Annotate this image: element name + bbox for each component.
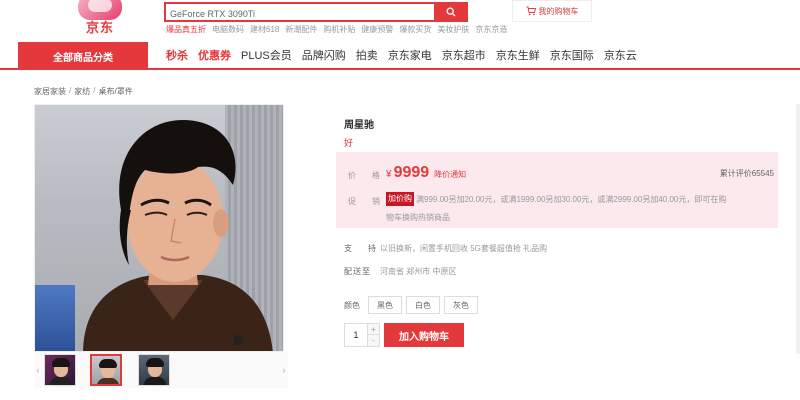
breadcrumb-item[interactable]: 家居家装 [34, 86, 66, 97]
promo-subtext[interactable]: 物车换购热销商品 [386, 212, 450, 223]
cart-icon [526, 6, 536, 16]
thumbnail-hair [52, 358, 70, 367]
thumbnail-body [50, 377, 72, 385]
hotword-link[interactable]: 京东京造 [475, 24, 507, 35]
delivery-label: 配送至 [344, 267, 371, 276]
price-drop-notice-link[interactable]: 降价通知 [434, 169, 466, 180]
image-background-vehicle [35, 285, 75, 351]
my-cart-button[interactable]: 我的购物车 [512, 0, 592, 22]
hotword-link[interactable]: 美妆护肤 [437, 24, 469, 35]
product-subtitle: 好 [344, 138, 354, 148]
jd-logo-icon[interactable]: 京东 [74, 0, 130, 36]
thumbnail-body [97, 378, 119, 384]
color-option-gray[interactable]: 灰色 [444, 296, 478, 314]
nav-divider [0, 68, 800, 70]
breadcrumb-item[interactable]: 家纺 [74, 86, 90, 97]
search-input[interactable] [166, 6, 438, 22]
price-panel: 价 格 ¥ 9999 降价通知 累计评价65545 促 销 加价购 满999.0… [336, 152, 778, 228]
nav-item-fresh[interactable]: 京东生鲜 [496, 47, 540, 63]
thumbnail-hair [146, 358, 164, 367]
color-options: 黑色 白色 灰色 [368, 296, 478, 314]
nav-item-appliances[interactable]: 京东家电 [388, 47, 432, 63]
nav-item-auction[interactable]: 拍卖 [356, 47, 378, 63]
breadcrumb-separator: / [69, 86, 72, 95]
quantity-increase-button[interactable]: + [367, 324, 379, 335]
add-to-cart-button[interactable]: 加入购物车 [384, 323, 464, 347]
support-value[interactable]: 以旧换新，闲置手机回收 5G套餐超值抢 礼品购 [380, 243, 547, 254]
quantity-stepper: 1 + - [344, 323, 380, 347]
promo-badge: 加价购 [386, 192, 414, 206]
promo-label: 促 销 [348, 197, 384, 206]
thumbnail-3[interactable] [138, 354, 170, 386]
price-currency: ¥ [386, 169, 392, 180]
nav-item-brand-flash[interactable]: 品牌闪购 [302, 47, 346, 63]
nav-item-coupons[interactable]: 优惠券 [198, 47, 231, 63]
color-option-white[interactable]: 白色 [406, 296, 440, 314]
site-header: 京东 爆品真五折 电脑数码 建材618 新潮配件 购机补贴 健康预警 爆款买货 … [0, 0, 800, 42]
quantity-decrease-button[interactable]: - [367, 335, 379, 346]
product-main-image[interactable] [34, 104, 284, 352]
hotword-link[interactable]: 爆品真五折 [166, 24, 206, 35]
main-nav: 秒杀 优惠券 PLUS会员 品牌闪购 拍卖 京东家电 京东超市 京东生鲜 京东国… [166, 46, 637, 64]
promo-text: 满999.00另加20.00元，或满1999.00另加30.00元，或满2999… [416, 195, 727, 204]
support-label: 支 持 [344, 244, 380, 253]
nav-item-supermarket[interactable]: 京东超市 [442, 47, 486, 63]
nav-item-international[interactable]: 京东国际 [550, 47, 594, 63]
breadcrumb-separator: / [93, 86, 96, 95]
nav-item-cloud[interactable]: 京东云 [604, 47, 637, 63]
thumbnail-next-icon[interactable]: › [280, 360, 288, 380]
hotword-link[interactable]: 电脑数码 [212, 24, 244, 35]
delivery-address-selector[interactable]: 河南省 郑州市 中原区 [380, 266, 456, 277]
hotword-link[interactable]: 健康预警 [361, 24, 393, 35]
nav-item-plus[interactable]: PLUS会员 [241, 47, 292, 63]
breadcrumb-item[interactable]: 桌布/罩件 [98, 86, 132, 97]
page-edge-shade [796, 104, 800, 354]
thumbnail-prev-icon[interactable]: ‹ [34, 360, 42, 380]
hotword-link[interactable]: 购机补贴 [323, 24, 355, 35]
thumbnail-strip: ‹ › [34, 352, 288, 388]
thumbnail-hair [99, 359, 117, 368]
nav-item-flash-sale[interactable]: 秒杀 [166, 47, 188, 63]
all-categories-button[interactable]: 全部商品分类 [18, 42, 148, 70]
color-label: 颜色 [344, 301, 360, 310]
quantity-input[interactable]: 1 [345, 324, 367, 346]
price-label: 价 格 [348, 171, 384, 180]
cart-label: 我的购物车 [538, 6, 579, 16]
hotword-link[interactable]: 新潮配件 [285, 24, 317, 35]
search-box [164, 2, 468, 22]
product-title: 周星驰 [344, 120, 374, 131]
breadcrumb: 家居家装 / 家纺 / 桌布/罩件 [34, 86, 133, 97]
search-icon [446, 7, 456, 17]
price-row: ¥ 9999 降价通知 [386, 164, 466, 182]
price-value: 9999 [393, 164, 430, 181]
product-photo-portrait [83, 120, 273, 351]
review-count[interactable]: 累计评价65545 [720, 168, 774, 179]
hotword-link[interactable]: 爆款买货 [399, 24, 431, 35]
search-button[interactable] [434, 2, 468, 22]
thumbnail-body [144, 377, 166, 385]
thumbnail-1[interactable] [44, 354, 76, 386]
thumbnail-2-selected[interactable] [90, 354, 122, 386]
logo-text: 京东 [86, 20, 115, 35]
color-option-black[interactable]: 黑色 [368, 296, 402, 314]
hotword-link[interactable]: 建材618 [250, 24, 279, 35]
hot-keywords: 爆品真五折 电脑数码 建材618 新潮配件 购机补贴 健康预警 爆款买货 美妆护… [166, 24, 507, 35]
